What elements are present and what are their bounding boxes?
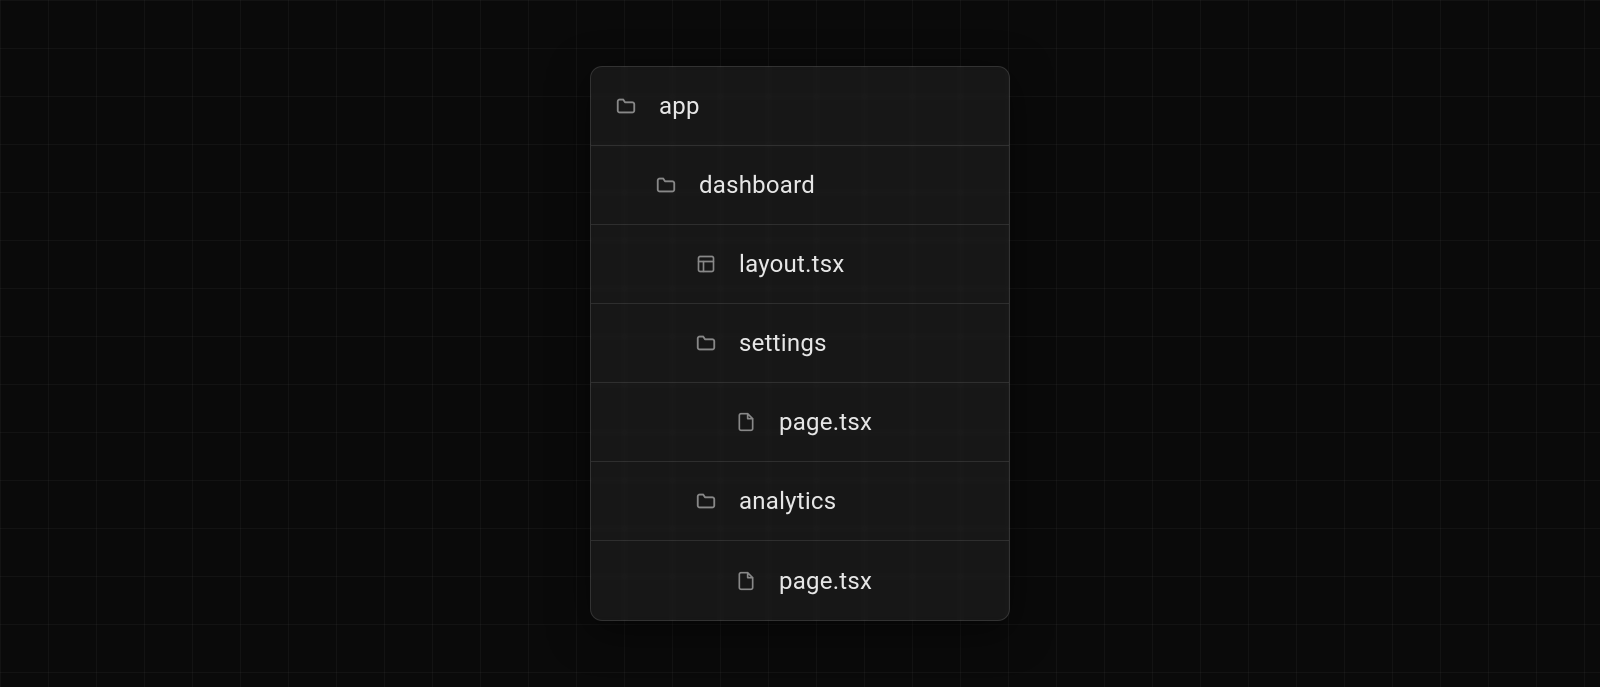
tree-row-analytics-page[interactable]: page.tsx <box>591 541 1009 620</box>
tree-row-label: settings <box>739 329 827 357</box>
tree-row-settings-page[interactable]: page.tsx <box>591 383 1009 462</box>
tree-row-label: layout.tsx <box>739 250 845 278</box>
tree-row-label: page.tsx <box>779 567 872 595</box>
tree-row-analytics[interactable]: analytics <box>591 462 1009 541</box>
folder-icon <box>615 95 637 117</box>
tree-row-layout[interactable]: layout.tsx <box>591 225 1009 304</box>
file-icon <box>735 411 757 433</box>
file-icon <box>735 570 757 592</box>
tree-row-dashboard[interactable]: dashboard <box>591 146 1009 225</box>
folder-icon <box>695 490 717 512</box>
layout-icon <box>695 253 717 275</box>
tree-row-settings[interactable]: settings <box>591 304 1009 383</box>
tree-row-app[interactable]: app <box>591 67 1009 146</box>
file-tree-panel: app dashboard layout.tsx settings page.t… <box>590 66 1010 621</box>
tree-row-label: app <box>659 92 700 120</box>
tree-row-label: dashboard <box>699 171 815 199</box>
folder-icon <box>655 174 677 196</box>
tree-row-label: analytics <box>739 487 836 515</box>
tree-row-label: page.tsx <box>779 408 872 436</box>
folder-icon <box>695 332 717 354</box>
